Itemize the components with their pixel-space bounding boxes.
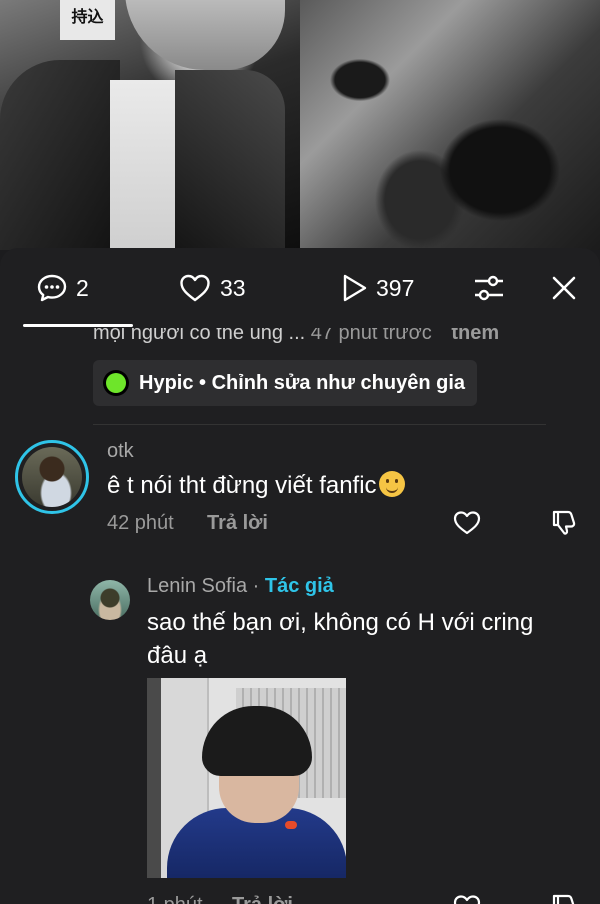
comments-list[interactable]: mọi người có thể ủng ... 47 phút trước t… (0, 328, 600, 904)
close-button[interactable] (550, 270, 578, 306)
hypic-label: Hypic • Chỉnh sửa như chuyên gia (139, 371, 466, 394)
comment-body: ê t nói tht đừng viết fanfic (107, 472, 377, 499)
heart-icon (180, 274, 210, 302)
comments-toolbar: 2 33 397 (0, 248, 600, 328)
close-icon (552, 276, 576, 300)
reply-text: sao thế bạn ơi, không có H với cring đâu… (147, 609, 534, 669)
reply-button[interactable]: Trả lời (232, 894, 293, 904)
like-post-button[interactable]: 33 (178, 270, 246, 306)
comment-icon (37, 274, 67, 302)
active-tab-indicator (23, 324, 133, 327)
like-comment-button[interactable] (452, 508, 482, 541)
comment-time: 42 phút (107, 512, 174, 534)
previous-comment-preview: mọi người có thể ủng ... 47 phút trước t… (93, 328, 499, 345)
post-image-left: 持込 (0, 0, 300, 250)
filter-button[interactable] (472, 270, 506, 306)
sliders-icon (475, 275, 503, 301)
post-media[interactable]: 持込 (0, 0, 600, 250)
dislike-comment-button[interactable] (550, 892, 578, 904)
like-comment-button[interactable] (452, 892, 482, 904)
reply-button[interactable]: Trả lời (207, 512, 268, 535)
reply-photo[interactable] (147, 678, 346, 878)
comment-username[interactable]: otk (107, 440, 134, 463)
previous-comment-text: mọi người có thể ủng (93, 328, 283, 344)
separator-dot: · (252, 575, 260, 597)
author-badge: Tác giả (264, 575, 334, 597)
post-image-right (300, 0, 600, 250)
heart-icon (453, 511, 481, 535)
avatar[interactable] (15, 440, 89, 514)
comment-text: ê t nói tht đừng viết fanfic (107, 471, 405, 500)
reply-header: Lenin Sofia · Tác giả (147, 575, 334, 598)
previous-comment-time: 47 phút trước (310, 328, 432, 344)
reply-username[interactable]: Lenin Sofia (147, 575, 247, 597)
previous-comment-ellipsis: ... (288, 328, 306, 344)
divider (93, 424, 546, 425)
likes-count: 33 (220, 274, 246, 301)
smile-emoji-icon (378, 471, 405, 497)
views-button[interactable]: 397 (340, 270, 414, 306)
hypic-chip[interactable]: Hypic • Chỉnh sửa như chuyên gia (93, 360, 478, 406)
reply-time: 1 phút (147, 894, 203, 904)
heart-icon (453, 895, 481, 904)
avatar[interactable] (90, 580, 130, 620)
comments-count: 2 (76, 274, 89, 301)
views-count: 397 (376, 274, 415, 301)
sign-text: 持込 (60, 0, 115, 40)
comments-sheet: 2 33 397 mọi người có thể ủng ... 47 phú… (0, 248, 600, 904)
play-icon (343, 274, 367, 302)
thumbs-down-icon (552, 510, 576, 535)
dislike-comment-button[interactable] (550, 508, 578, 541)
see-more-link[interactable]: thêm (451, 328, 499, 344)
hypic-logo-icon (103, 370, 129, 396)
thumbs-down-icon (552, 894, 575, 904)
tab-comments[interactable]: 2 (36, 270, 89, 306)
